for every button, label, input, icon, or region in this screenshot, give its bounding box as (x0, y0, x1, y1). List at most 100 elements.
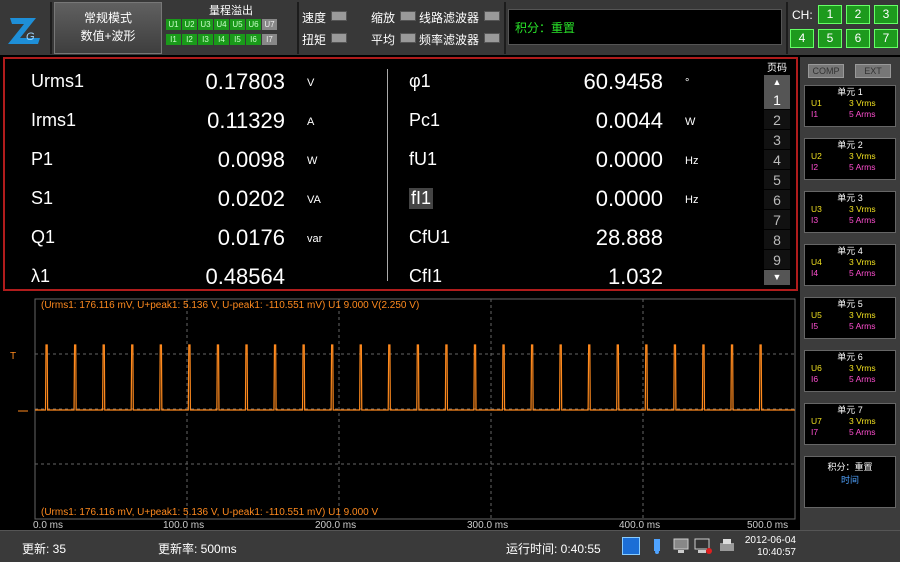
top-toolbar: G 常规模式 数值+波形 量程溢出 U1 U2 U3 U4 U5 U6 U7 I1 I2 I3 I… (0, 0, 900, 55)
torque-toggle[interactable] (331, 33, 347, 43)
meas-value-left: 0.0202 (217, 186, 285, 211)
current-channel: I5 (811, 321, 819, 331)
integration-title: 积分：重置 (827, 462, 873, 472)
current-channel: I4 (811, 268, 819, 278)
meas-name-right: CfI1 (409, 266, 443, 286)
channel-1-button[interactable]: 1 (818, 5, 842, 24)
meas-name-right: fI1 (409, 188, 434, 209)
update-rate: 更新率: 500ms (158, 542, 237, 556)
meas-unit-left: var (307, 233, 323, 245)
page-button-9[interactable]: 9 (764, 250, 790, 270)
element-voltage-row: U7 3 Vrms (805, 416, 895, 427)
average-label: 平均 (371, 33, 396, 47)
mode-button[interactable]: 常规模式 数值+波形 (54, 2, 162, 54)
datetime: 2012-06-04 10:40:57 (744, 535, 796, 559)
page-button-8[interactable]: 8 (764, 230, 790, 250)
current-channel: I3 (811, 215, 819, 225)
page-button-2[interactable]: 2 (764, 110, 790, 130)
meas-value-right: 28.888 (595, 225, 663, 250)
voltage-channel: U2 (811, 151, 822, 161)
current-range: 5 Arms (849, 427, 876, 437)
svg-text:G: G (26, 31, 35, 43)
page-button-6[interactable]: 6 (764, 190, 790, 210)
current-channel: I1 (811, 109, 819, 119)
voltage-range-1: U1 (166, 19, 181, 30)
element-card-3[interactable]: 单元 3 U3 3 Vrms I3 5 Arms (804, 191, 896, 233)
waveform-info-top: (Urms1: 176.116 mV, U+peak1: 5.136 V, U-… (41, 300, 419, 311)
comp-button[interactable]: COMP (808, 64, 844, 78)
status-bar: 更新: 35 更新率: 500ms 运行时间: 0:40:55 2012-06-… (0, 530, 900, 562)
page-button-5[interactable]: 5 (764, 170, 790, 190)
current-range: 5 Arms (849, 321, 876, 331)
element-panel: COMP EXT 单元 1 U1 3 Vrms I1 5 Arms 单元 2 U2 3 Vrm… (800, 57, 900, 530)
channel-3-button[interactable]: 3 (874, 5, 898, 24)
waveform-canvas: (Urms1: 176.116 mV, U+peak1: 5.136 V, U-… (10, 298, 796, 530)
element-title: 单元 4 (837, 246, 863, 256)
meas-name-right: CfU1 (409, 227, 451, 247)
page-up-arrow-icon[interactable]: ▲ (764, 75, 790, 90)
x-tick-label: 300.0 ms (467, 520, 508, 530)
current-range-3: I3 (198, 34, 213, 45)
voltage-range-2: U2 (182, 19, 197, 30)
freq-filter-label: 频率滤波器 (419, 33, 480, 47)
voltage-range: 3 Vrms (849, 204, 876, 214)
element-card-6[interactable]: 单元 6 U6 3 Vrms I6 5 Arms (804, 350, 896, 392)
channel-7-button[interactable]: 7 (874, 29, 898, 48)
element-title: 单元 3 (837, 193, 863, 203)
voltage-channel: U5 (811, 310, 822, 320)
current-range-1: I1 (166, 34, 181, 45)
voltage-range-indicators: U1 U2 U3 U4 U5 U6 U7 (166, 19, 296, 30)
integration-status: 积分：重置 (508, 9, 782, 45)
x-tick-label: 400.0 ms (619, 520, 660, 530)
channel-2-button[interactable]: 2 (846, 5, 870, 24)
speed-toggle[interactable] (331, 11, 347, 21)
meas-name-left: Q1 (31, 227, 56, 247)
average-toggle[interactable] (400, 33, 416, 43)
element-card-5[interactable]: 单元 5 U5 3 Vrms I5 5 Arms (804, 297, 896, 339)
voltage-range-4: U4 (214, 19, 229, 30)
ext-button[interactable]: EXT (855, 64, 891, 78)
element-current-row: I1 5 Arms (805, 109, 895, 120)
channel-5-button[interactable]: 5 (818, 29, 842, 48)
page-button-1[interactable]: 1 (764, 90, 790, 110)
freq-filter-toggle[interactable] (484, 33, 500, 43)
element-card-1[interactable]: 单元 1 U1 3 Vrms I1 5 Arms (804, 85, 896, 127)
page-button-7[interactable]: 7 (764, 210, 790, 230)
usb-icon[interactable] (648, 537, 666, 555)
element-title: 单元 7 (837, 405, 863, 415)
meas-value-left: 0.48564 (205, 264, 285, 289)
page-button-4[interactable]: 4 (764, 150, 790, 170)
element-voltage-row: U3 3 Vrms (805, 204, 895, 215)
range-overflow-title: 量程溢出 (209, 5, 253, 17)
column-divider (387, 69, 388, 281)
meas-value-right: 0.0000 (595, 186, 663, 211)
channel-4-button[interactable]: 4 (790, 29, 814, 48)
x-tick-label: 500.0 ms (747, 520, 788, 530)
element-voltage-row: U4 3 Vrms (805, 257, 895, 268)
speed-label: 速度 (302, 11, 327, 25)
measurement-panel: Urms1 0.17803 Vφ1 60.9458 ° Irms1 0.11329 A Pc1 0… (3, 57, 798, 291)
meas-unit-right: W (685, 116, 696, 128)
network-icon[interactable] (672, 537, 690, 555)
page-down-arrow-icon[interactable]: ▼ (764, 270, 790, 285)
element-card-4[interactable]: 单元 4 U4 3 Vrms I4 5 Arms (804, 244, 896, 286)
element-current-row: I4 5 Arms (805, 268, 895, 279)
element-voltage-row: U1 3 Vrms (805, 98, 895, 109)
current-range: 5 Arms (849, 268, 876, 278)
current-range-4: I4 (214, 34, 229, 45)
screen-icon[interactable] (622, 537, 640, 555)
element-title: 单元 5 (837, 299, 863, 309)
current-range-6: I6 (246, 34, 261, 45)
printer-icon[interactable] (718, 537, 736, 555)
element-card-7[interactable]: 单元 7 U7 3 Vrms I7 5 Arms (804, 403, 896, 445)
monitor-alert-icon[interactable] (694, 537, 712, 555)
meas-name-left: Irms1 (31, 110, 76, 130)
page-button-3[interactable]: 3 (764, 130, 790, 150)
line-filter-toggle[interactable] (484, 11, 500, 21)
element-card-2[interactable]: 单元 2 U2 3 Vrms I2 5 Arms (804, 138, 896, 180)
channel-6-button[interactable]: 6 (846, 29, 870, 48)
element-current-row: I5 5 Arms (805, 321, 895, 332)
current-range-2: I2 (182, 34, 197, 45)
scaling-toggle[interactable] (400, 11, 416, 21)
waveform-display[interactable]: (Urms1: 176.116 mV, U+peak1: 5.136 V, U-… (0, 293, 800, 530)
